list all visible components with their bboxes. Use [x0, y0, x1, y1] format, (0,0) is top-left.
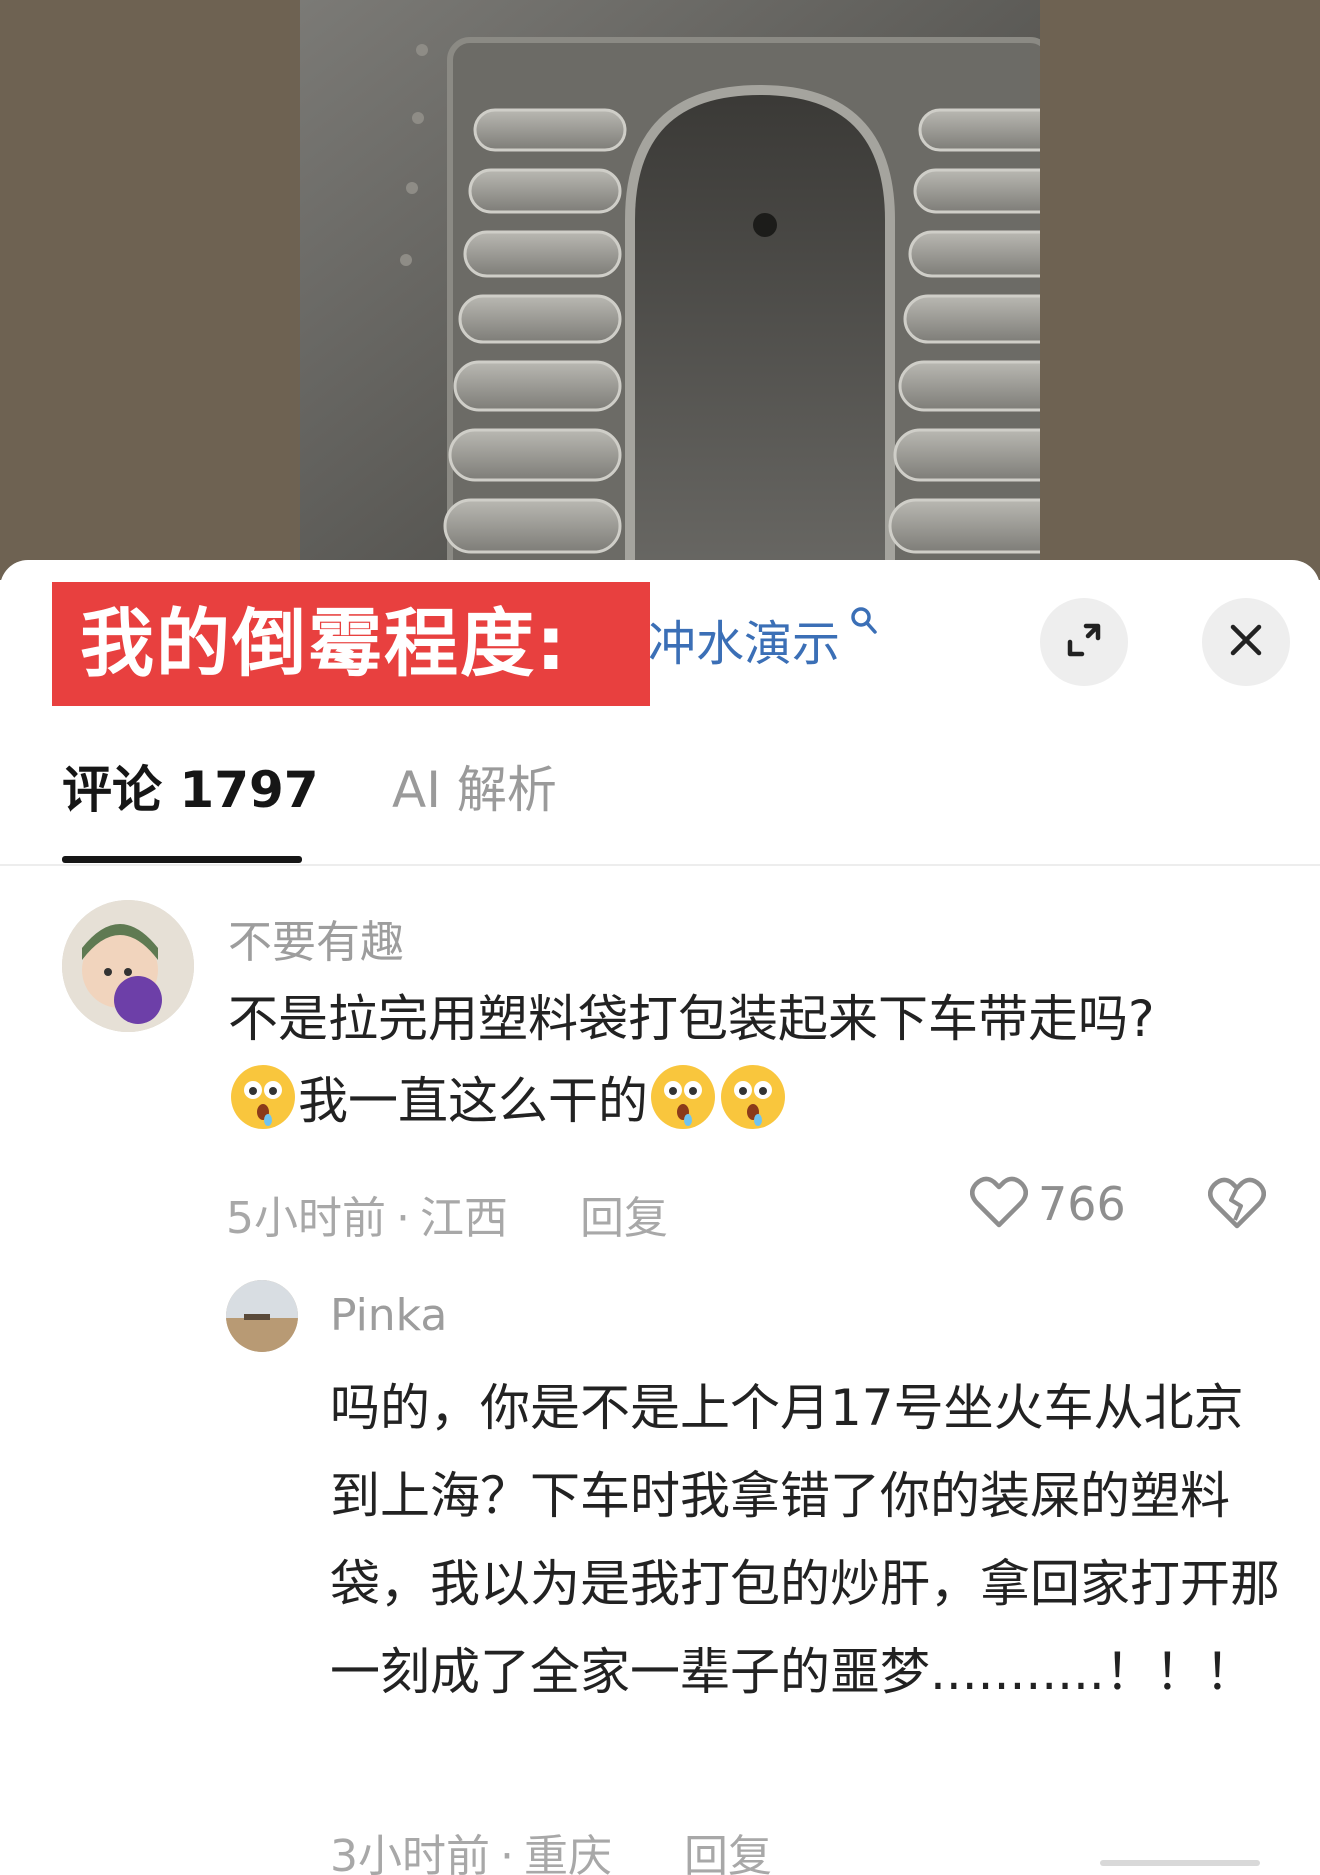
comment-time: 3小时前: [330, 1831, 490, 1875]
heart-icon: [970, 1175, 1028, 1233]
expand-button[interactable]: [1040, 598, 1128, 686]
comment-item: 不要有趣 不是拉完用塑料袋打包装起来下车带走吗? 我一直这么干的 5小时前 · 江西…: [0, 900, 1320, 1244]
drooling-face-emoji-icon: [648, 1062, 718, 1132]
dislike-button[interactable]: [1208, 1176, 1266, 1234]
broken-heart-icon: [1208, 1177, 1266, 1234]
comment-text: 吗的，你是不是上个月17号坐火车从北京到上海？下车时我拿错了你的装屎的塑料袋，我…: [330, 1379, 1280, 1701]
comment-location: 江西: [420, 1193, 508, 1244]
drooling-face-emoji-icon: [718, 1062, 788, 1132]
comment-text-line: 我一直这么干的: [228, 1060, 1268, 1142]
comment-username[interactable]: Pinka: [330, 1290, 447, 1341]
tab-comments[interactable]: 评论 1797: [62, 750, 319, 866]
scroll-indicator: [1100, 1860, 1260, 1866]
comment-text-inline: 我一直这么干的: [298, 1072, 648, 1130]
search-suggestion-text: 冲水演示: [648, 616, 841, 672]
reply-button[interactable]: 回复: [580, 1193, 668, 1244]
avatar[interactable]: [62, 900, 194, 1032]
tab-bar: 评论 1797 AI 解析: [0, 750, 1320, 866]
comment-text: 不是拉完用塑料袋打包装起来下车带走吗? 我一直这么干的: [228, 978, 1268, 1142]
comment-location: 重庆: [524, 1831, 612, 1875]
comment-text-line: 不是拉完用塑料袋打包装起来下车带走吗?: [228, 990, 1155, 1048]
meta-separator: ·: [396, 1193, 410, 1244]
toilet-photo: [300, 0, 1040, 580]
comment-time: 5小时前: [226, 1193, 386, 1244]
search-icon: [840, 607, 878, 644]
comment-meta: 3小时前 · 重庆 回复: [330, 1820, 772, 1875]
expand-icon: [1064, 620, 1104, 664]
tab-ai-analysis[interactable]: AI 解析: [392, 750, 557, 866]
like-count: 766: [1038, 1177, 1126, 1231]
like-button[interactable]: 766: [970, 1174, 1126, 1234]
comment-sheet: 冲水演示 我的倒霉程度: 评论 1797 AI 解析 不要有趣 不是拉完用塑料袋…: [0, 560, 1320, 1875]
meta-separator: ·: [500, 1831, 514, 1875]
close-icon: [1228, 622, 1264, 662]
video-background: [0, 0, 1320, 580]
overlay-caption-banner: 我的倒霉程度:: [52, 582, 650, 706]
close-button[interactable]: [1202, 598, 1290, 686]
active-tab-indicator: [62, 856, 302, 863]
sheet-header: 冲水演示 我的倒霉程度:: [0, 560, 1320, 710]
comment-meta: 5小时前 · 江西 回复: [226, 1182, 668, 1246]
search-suggestion-link[interactable]: 冲水演示: [648, 604, 878, 674]
reply-item: Pinka 吗的，你是不是上个月17号坐火车从北京到上海？下车时我拿错了你的装屎…: [0, 1280, 1320, 1875]
avatar[interactable]: [226, 1280, 298, 1352]
comment-username[interactable]: 不要有趣: [228, 906, 404, 970]
drooling-face-emoji-icon: [228, 1062, 298, 1132]
reply-button[interactable]: 回复: [684, 1831, 772, 1875]
